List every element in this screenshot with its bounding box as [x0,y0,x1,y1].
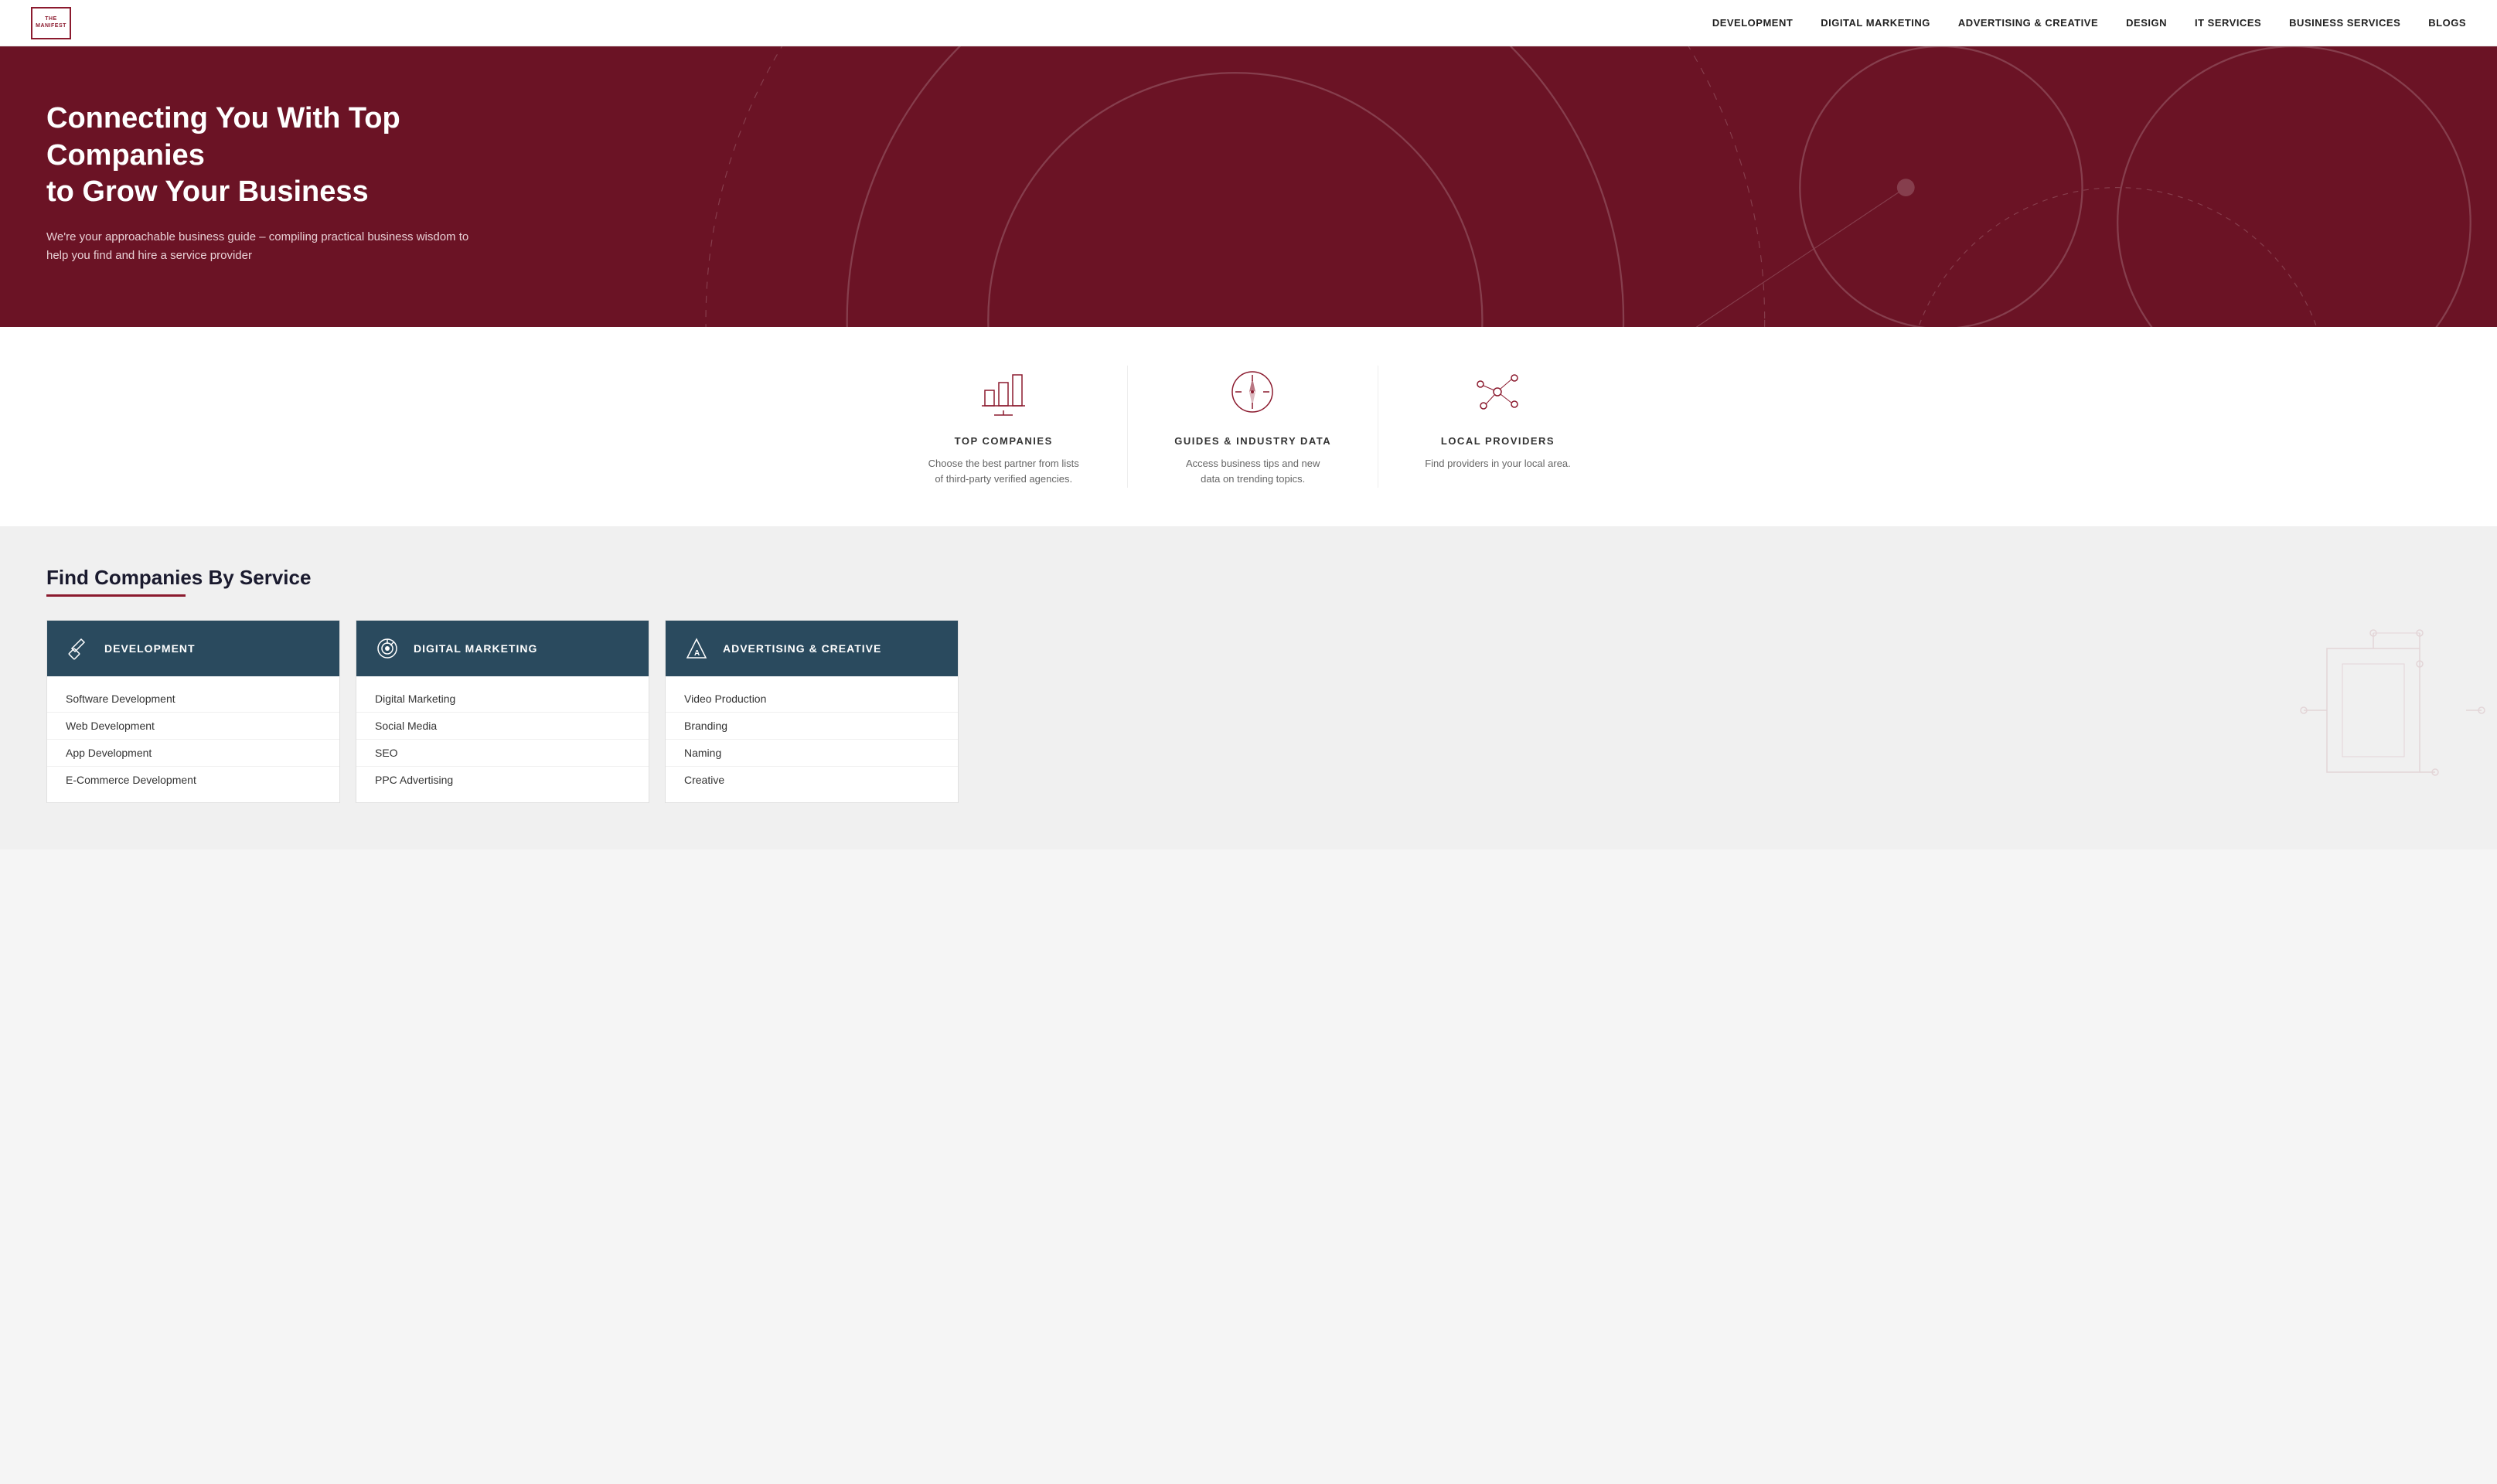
ad-icon: A [684,636,709,661]
service-card-advertising: A ADVERTISING & CREATIVE Video Productio… [665,620,959,803]
find-section: Find Companies By Service DEVELOPMENT So… [0,527,2497,849]
logo[interactable]: THEMANIFEST [31,7,71,39]
nav-item-design[interactable]: DESIGN [2126,16,2167,30]
nav-link-blogs[interactable]: BLOGS [2428,17,2466,29]
digital-marketing-list: Digital Marketing Social Media SEO PPC A… [356,676,649,802]
list-item[interactable]: Creative [666,767,958,793]
list-item[interactable]: Branding [666,713,958,740]
service-card-development: DEVELOPMENT Software Development Web Dev… [46,620,340,803]
hero-heading: Connecting You With Top Companies to Gro… [46,100,526,211]
heading-underline [46,594,186,597]
list-item[interactable]: E-Commerce Development [47,767,339,793]
network-svg [1473,367,1523,417]
main-nav: THEMANIFEST DEVELOPMENT DIGITAL MARKETIN… [0,0,2497,46]
nav-item-development[interactable]: DEVELOPMENT [1712,16,1793,30]
card-header-digital-marketing: DIGITAL MARKETING [356,621,649,676]
nav-link-digital-marketing[interactable]: DIGITAL MARKETING [1821,17,1930,29]
feature-top-companies-desc: Choose the best partner from lists of th… [926,456,1081,488]
nav-links: DEVELOPMENT DIGITAL MARKETING ADVERTISIN… [1712,16,2466,30]
nav-item-business-services[interactable]: BUSINESS SERVICES [2289,16,2400,30]
feature-local-providers-desc: Find providers in your local area. [1425,456,1571,472]
nav-link-advertising[interactable]: ADVERTISING & CREATIVE [1958,17,2098,29]
feature-top-companies-title: TOP COMPANIES [955,435,1053,447]
target-icon [375,636,400,661]
advertising-list: Video Production Branding Naming Creativ… [666,676,958,802]
card-header-development-label: DEVELOPMENT [104,642,196,655]
logo-box: THEMANIFEST [31,7,71,39]
card-header-development: DEVELOPMENT [47,621,339,676]
list-item[interactable]: Video Production [666,686,958,713]
list-item[interactable]: Web Development [47,713,339,740]
find-section-heading: Find Companies By Service [46,566,2451,590]
nav-item-it-services[interactable]: IT SERVICES [2195,16,2261,30]
network-icon [1470,366,1524,420]
feature-top-companies: TOP COMPANIES Choose the best partner fr… [880,366,1128,488]
hero-heading-line2: to Grow Your Business [46,175,369,208]
hero-subtext: We're your approachable business guide –… [46,228,479,265]
service-card-digital-marketing: DIGITAL MARKETING Digital Marketing Soci… [356,620,649,803]
compass-svg [1228,367,1278,417]
nav-item-digital-marketing[interactable]: DIGITAL MARKETING [1821,16,1930,30]
nav-link-design[interactable]: DESIGN [2126,17,2167,29]
wrench-icon [66,636,90,661]
feature-local-providers-title: LOCAL PROVIDERS [1441,435,1555,447]
list-item[interactable]: Digital Marketing [356,686,649,713]
hero-heading-line1: Connecting You With Top Companies [46,102,400,172]
development-list: Software Development Web Development App… [47,676,339,802]
logo-text: THEMANIFEST [36,16,66,29]
list-item[interactable]: SEO [356,740,649,767]
card-header-digital-marketing-label: DIGITAL MARKETING [414,642,537,655]
svg-text:A: A [694,649,700,658]
features-section: TOP COMPANIES Choose the best partner fr… [0,327,2497,528]
hero-section: Connecting You With Top Companies to Gro… [0,46,2497,327]
compass-icon [1226,366,1280,420]
nav-item-advertising[interactable]: ADVERTISING & CREATIVE [1958,16,2098,30]
nav-link-business-services[interactable]: BUSINESS SERVICES [2289,17,2400,29]
advertising-icon: A [681,633,712,664]
nav-link-development[interactable]: DEVELOPMENT [1712,17,1793,29]
chart-svg [979,367,1029,417]
list-item[interactable]: Naming [666,740,958,767]
list-item[interactable]: Social Media [356,713,649,740]
digital-marketing-icon [372,633,403,664]
feature-guides-desc: Access business tips and new data on tre… [1176,456,1330,488]
nav-item-blogs[interactable]: BLOGS [2428,16,2466,30]
feature-guides: GUIDES & INDUSTRY DATA Access business t… [1128,366,1378,488]
hero-content: Connecting You With Top Companies to Gro… [46,100,526,265]
chart-icon [976,366,1030,420]
development-icon [63,633,94,664]
list-item[interactable]: Software Development [47,686,339,713]
nav-link-it-services[interactable]: IT SERVICES [2195,17,2261,29]
feature-guides-title: GUIDES & INDUSTRY DATA [1174,435,1331,447]
feature-local-providers: LOCAL PROVIDERS Find providers in your l… [1378,366,1617,488]
card-header-advertising: A ADVERTISING & CREATIVE [666,621,958,676]
card-header-advertising-label: ADVERTISING & CREATIVE [723,642,881,655]
list-item[interactable]: PPC Advertising [356,767,649,793]
service-cards-row: DEVELOPMENT Software Development Web Dev… [46,620,2451,803]
list-item[interactable]: App Development [47,740,339,767]
